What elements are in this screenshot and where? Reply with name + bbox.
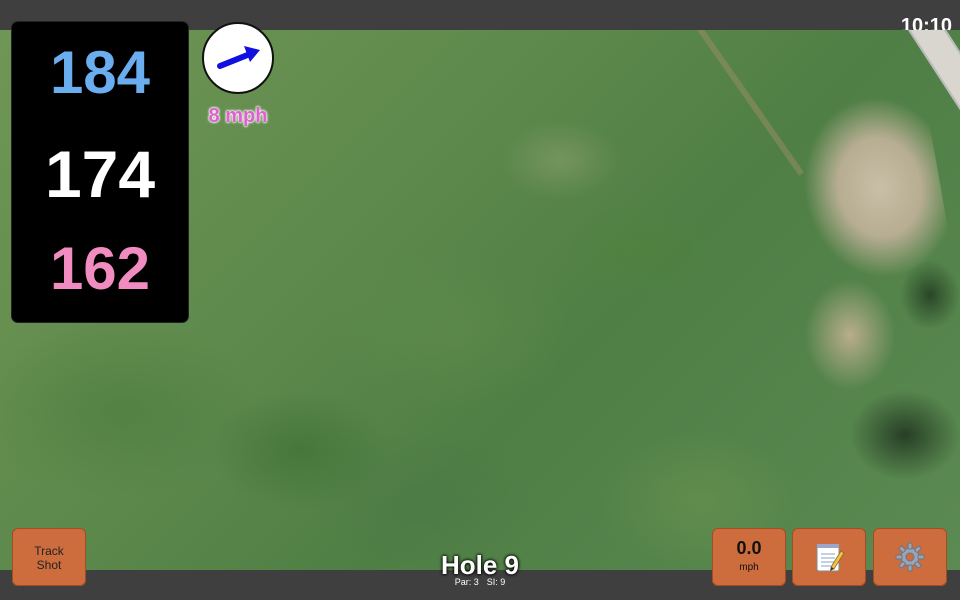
distance-center: 174 — [44, 137, 156, 211]
speed-button[interactable]: 0.0 mph — [712, 528, 786, 586]
hole-title: Hole 9 — [440, 550, 520, 580]
hole-stroke-index: SI: 9 — [486, 577, 506, 587]
track-shot-label: Track Shot — [34, 544, 64, 572]
map-clearing-2 — [805, 280, 895, 390]
settings-button[interactable] — [873, 528, 947, 586]
hole-info: Par: 3 SI: 9 — [380, 577, 580, 588]
speed-value: 0.0 — [736, 538, 762, 558]
distance-panel[interactable]: 184 174 162 — [12, 22, 188, 322]
wind-speed-label: 8 mph — [208, 105, 268, 127]
distance-back: 184 — [49, 39, 151, 106]
map-tree-shadow-2 — [900, 260, 960, 330]
gear-icon — [895, 542, 925, 572]
track-shot-button[interactable]: Track Shot — [12, 528, 86, 586]
wind-indicator[interactable] — [202, 22, 274, 94]
map-tree-shadow — [850, 390, 960, 480]
wind-arrow-icon — [217, 46, 260, 69]
notepad-icon — [816, 544, 845, 572]
hole-par: Par: 3 — [454, 577, 479, 587]
distance-front: 162 — [49, 235, 151, 302]
notes-button[interactable] — [792, 528, 866, 586]
speed-unit: mph — [739, 562, 759, 573]
